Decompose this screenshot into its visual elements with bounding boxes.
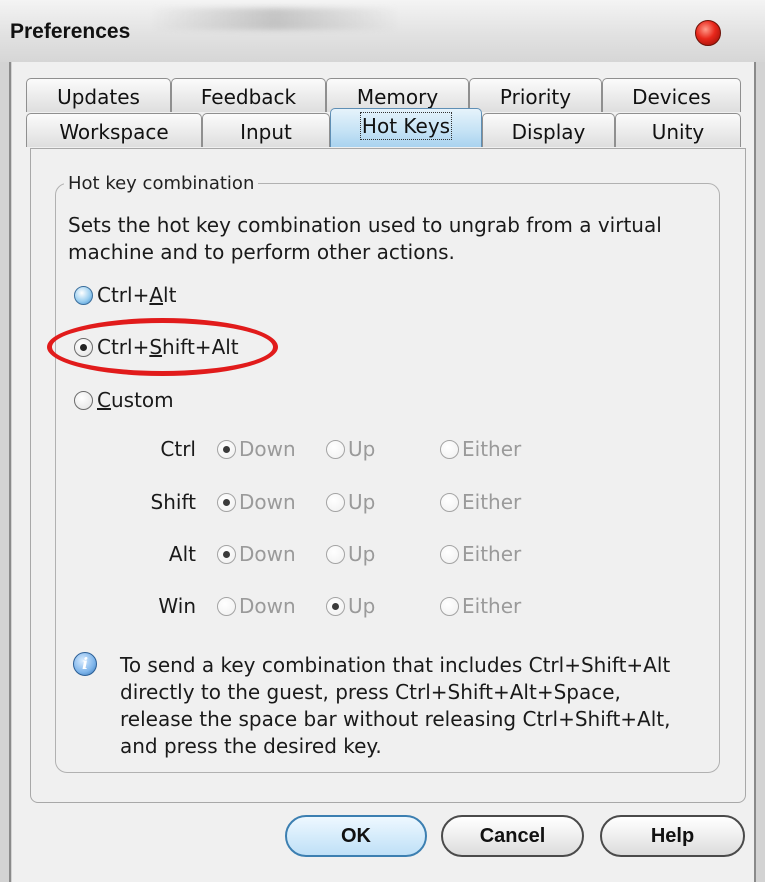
radio-custom[interactable] — [74, 390, 93, 410]
option-label: Custom — [97, 388, 174, 412]
tab-unity[interactable]: Unity — [615, 113, 741, 147]
win-up-option[interactable]: Up — [326, 594, 375, 618]
shift-down-option[interactable]: Down — [217, 490, 296, 514]
radio-ctrl-alt[interactable] — [74, 285, 93, 305]
tab-updates[interactable]: Updates — [26, 78, 171, 112]
key-label-win: Win — [158, 594, 196, 618]
tab-label: Priority — [499, 85, 572, 109]
ctrl-either-option[interactable]: Either — [440, 437, 521, 461]
alt-up-radio[interactable] — [326, 544, 345, 564]
help-button[interactable]: Help — [600, 815, 745, 857]
window-frame-right — [754, 62, 765, 882]
info-icon: i — [73, 652, 97, 676]
tab-label: Unity — [651, 120, 705, 144]
alt-either-option[interactable]: Either — [440, 542, 521, 566]
tab-display[interactable]: Display — [482, 113, 615, 147]
tab-label: Display — [511, 120, 586, 144]
ok-button[interactable]: OK — [285, 815, 427, 857]
shift-either-option[interactable]: Either — [440, 490, 521, 514]
tab-row-back: Updates Feedback Memory Priority Devices — [26, 78, 741, 112]
close-icon[interactable] — [695, 20, 721, 46]
shift-up-option[interactable]: Up — [326, 490, 375, 514]
ctrl-either-radio[interactable] — [440, 439, 459, 459]
group-title: Hot key combination — [68, 173, 255, 194]
win-either-radio[interactable] — [440, 596, 459, 616]
annotation-highlight-ring — [47, 318, 278, 376]
info-text: To send a key combination that includes … — [120, 653, 671, 758]
tab-workspace[interactable]: Workspace — [26, 113, 202, 147]
alt-either-radio[interactable] — [440, 544, 459, 564]
key-label-shift: Shift — [150, 490, 196, 514]
option-label: Ctrl+Alt — [97, 283, 177, 307]
title-bar[interactable]: Preferences — [0, 0, 765, 62]
tab-priority[interactable]: Priority — [469, 78, 602, 112]
tab-label: Memory — [356, 85, 439, 109]
tab-label: Updates — [57, 85, 140, 109]
alt-up-option[interactable]: Up — [326, 542, 375, 566]
tab-memory[interactable]: Memory — [326, 78, 469, 112]
ctrl-down-option[interactable]: Down — [217, 437, 296, 461]
alt-down-radio[interactable] — [217, 544, 236, 564]
tab-label: Input — [240, 120, 292, 144]
key-label-ctrl: Ctrl — [160, 437, 196, 461]
tab-row-front: Workspace Input Hot Keys Display Unity — [26, 108, 741, 147]
option-custom[interactable]: Custom — [74, 388, 174, 412]
description: Sets the hot key combination used to ung… — [68, 213, 662, 264]
tab-label: Feedback — [200, 85, 297, 109]
tab-feedback[interactable]: Feedback — [171, 78, 326, 112]
tab-devices[interactable]: Devices — [602, 78, 741, 112]
tab-label: Hot Keys — [359, 112, 453, 140]
win-down-radio[interactable] — [217, 596, 236, 616]
option-ctrl-alt[interactable]: Ctrl+Alt — [74, 283, 176, 307]
ctrl-up-option[interactable]: Up — [326, 437, 375, 461]
ctrl-up-radio[interactable] — [326, 439, 345, 459]
key-label-alt: Alt — [168, 542, 196, 566]
win-up-radio[interactable] — [326, 596, 345, 616]
win-either-option[interactable]: Either — [440, 594, 521, 618]
window-frame-left — [0, 62, 12, 882]
title-blur — [150, 8, 400, 30]
shift-either-radio[interactable] — [440, 492, 459, 512]
tab-input[interactable]: Input — [202, 113, 330, 147]
ctrl-down-radio[interactable] — [217, 439, 236, 459]
tab-hot-keys[interactable]: Hot Keys — [330, 108, 482, 147]
win-down-option[interactable]: Down — [217, 594, 296, 618]
tab-label: Devices — [632, 85, 711, 109]
shift-up-radio[interactable] — [326, 492, 345, 512]
alt-down-option[interactable]: Down — [217, 542, 296, 566]
window-title: Preferences — [10, 20, 131, 43]
tab-label: Workspace — [59, 120, 169, 144]
shift-down-radio[interactable] — [217, 492, 236, 512]
cancel-button[interactable]: Cancel — [441, 815, 584, 857]
